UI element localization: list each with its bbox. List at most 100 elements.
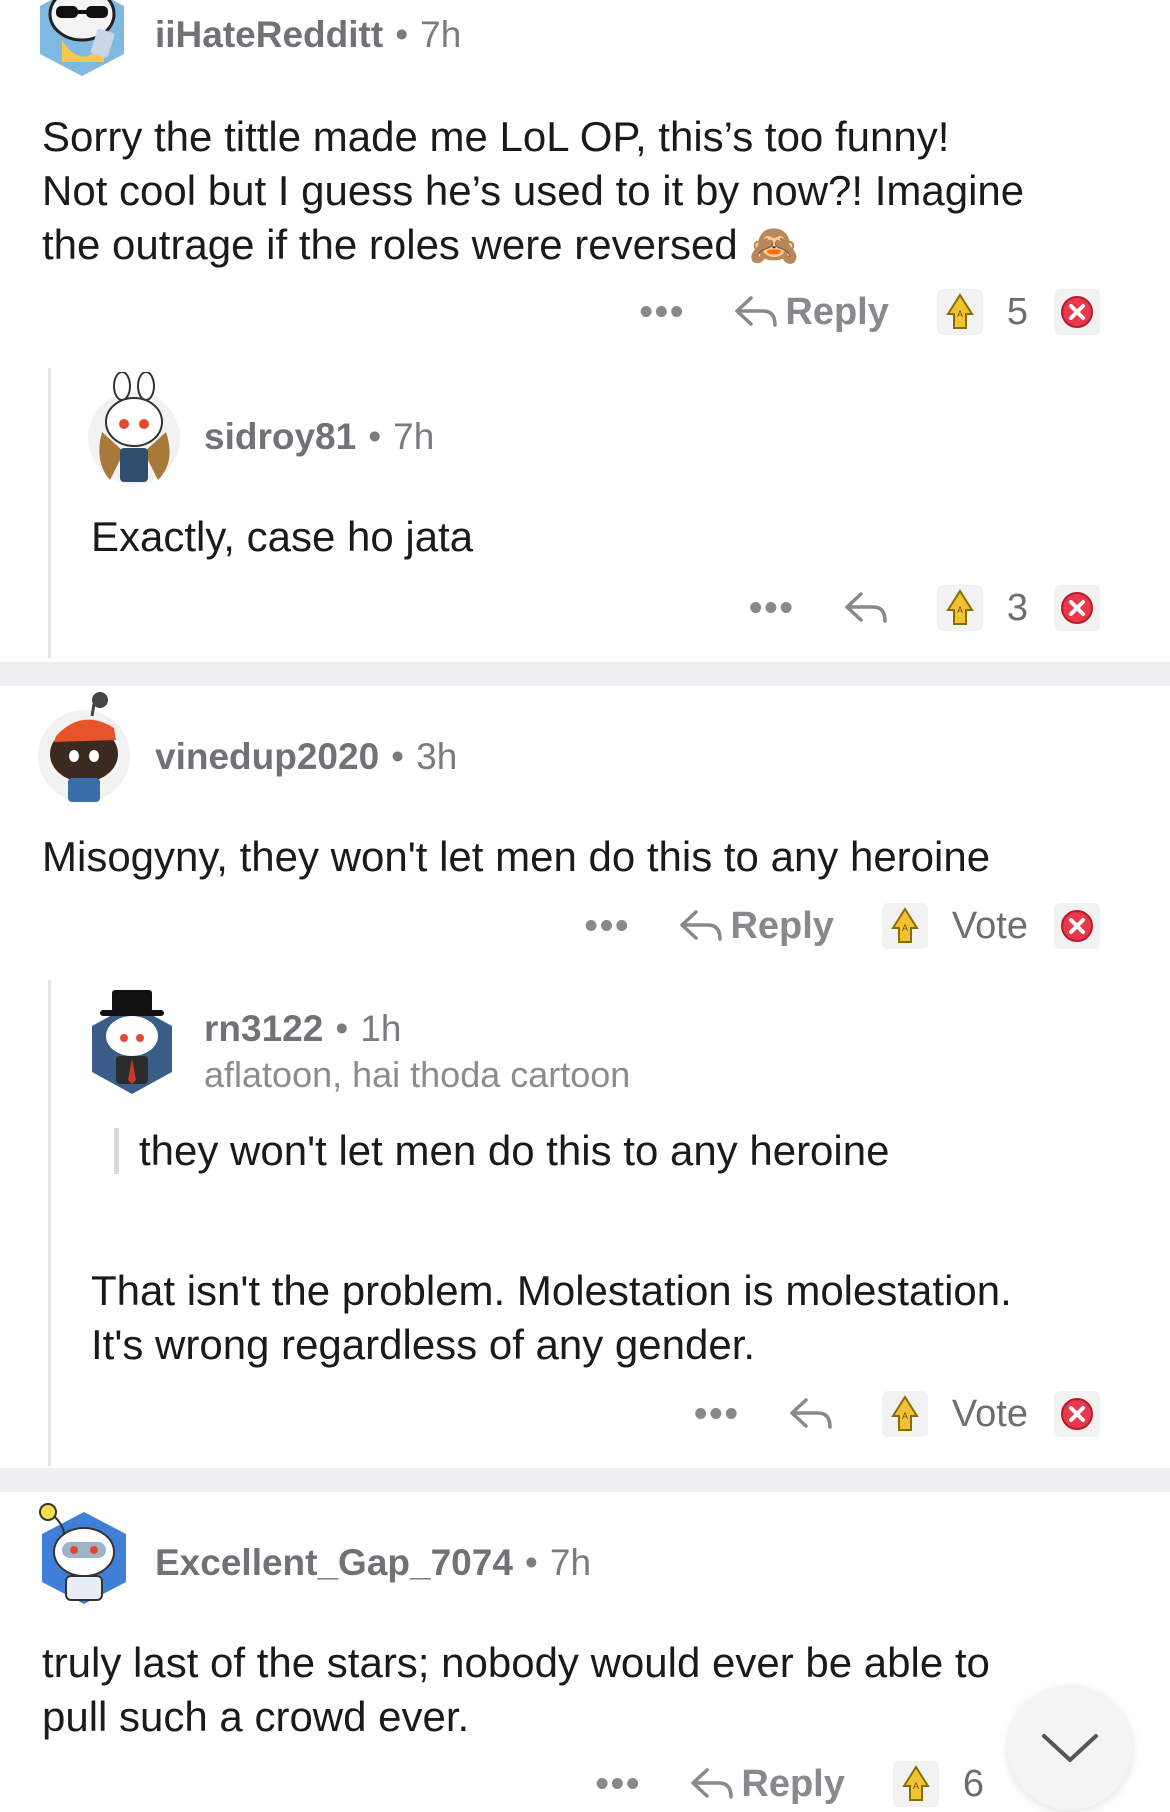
username[interactable]: vinedup2020 — [155, 736, 379, 777]
timestamp: 7h — [420, 14, 462, 55]
comment-meta: vinedup2020 • 3h — [155, 736, 457, 778]
avatar[interactable] — [32, 0, 132, 80]
downvote-icon — [1061, 1398, 1093, 1430]
comment-line: Exactly, case ho jata — [91, 513, 474, 560]
comment-meta: rn3122 • 1h — [204, 1008, 401, 1050]
comment-actions: ••• Reply A 6 — [595, 1756, 1010, 1812]
reply-button[interactable] — [843, 588, 937, 628]
upvote-button[interactable]: A — [936, 289, 983, 335]
comment-line: pull such a crowd ever. — [42, 1693, 470, 1740]
meta-separator: • — [395, 14, 409, 55]
comment-line: Misogyny, they won't let men do this to … — [42, 833, 991, 880]
award-upvote-icon: A — [891, 1395, 919, 1431]
reply-button[interactable]: Reply — [733, 291, 936, 334]
reply-button[interactable] — [788, 1394, 882, 1434]
vote-count: Vote — [951, 904, 1028, 947]
svg-text:A: A — [902, 923, 908, 933]
award-upvote-icon: A — [891, 907, 919, 943]
vote-count: 3 — [1006, 586, 1028, 629]
svg-text:A: A — [902, 1411, 908, 1421]
award-upvote-icon: A — [946, 293, 974, 329]
comment-line: Not cool but I guess he’s used to it by … — [42, 167, 1025, 214]
downvote-button[interactable] — [1054, 289, 1100, 335]
see-no-evil-monkey-emoji: 🙈 — [749, 224, 800, 268]
user-flair: aflatoon, hai thoda cartoon — [204, 1054, 631, 1095]
thread-line[interactable] — [48, 368, 51, 658]
comment-separator — [0, 1468, 1170, 1492]
avatar[interactable] — [86, 984, 178, 1100]
reply-label: Reply — [741, 1762, 845, 1805]
more-options-button[interactable]: ••• — [694, 1393, 740, 1436]
reply-arrow-icon — [735, 296, 778, 327]
comment-body: That isn't the problem. Molestation is m… — [91, 1264, 1012, 1372]
comment-meta: Excellent_Gap_7074 • 7h — [155, 1542, 591, 1584]
reply-arrow-icon — [691, 1768, 734, 1799]
more-options-button[interactable]: ••• — [585, 905, 631, 948]
comment-actions: ••• Reply A 5 — [639, 284, 1100, 340]
upvote-button[interactable]: A — [881, 1391, 928, 1437]
comment-meta: iiHateRedditt • 7h — [155, 14, 461, 56]
downvote-icon — [1061, 296, 1093, 328]
username[interactable]: sidroy81 — [204, 416, 356, 457]
comment-body: truly last of the stars; nobody would ev… — [42, 1636, 990, 1744]
upvote-button[interactable]: A — [936, 585, 983, 631]
timestamp: 1h — [360, 1008, 402, 1049]
avatar[interactable] — [34, 690, 134, 806]
reply-arrow-icon — [845, 592, 887, 623]
comment-line: It's wrong regardless of any gender. — [91, 1321, 756, 1368]
meta-separator: • — [524, 1542, 538, 1583]
downvote-button[interactable] — [1054, 585, 1100, 631]
vote-count: 5 — [1006, 290, 1028, 333]
comment-line: Sorry the tittle made me LoL OP, this’s … — [42, 113, 950, 160]
reply-button[interactable]: Reply — [689, 1763, 892, 1806]
upvote-button[interactable]: A — [881, 903, 928, 949]
quote-bar — [114, 1128, 119, 1174]
avatar[interactable] — [34, 1490, 134, 1612]
downvote-button[interactable] — [1054, 903, 1100, 949]
reply-button[interactable]: Reply — [678, 905, 881, 948]
award-upvote-icon: A — [902, 1765, 930, 1801]
chevron-down-icon — [1042, 1734, 1098, 1762]
avatar[interactable] — [84, 372, 184, 488]
comment-line: That isn't the problem. Molestation is m… — [91, 1267, 1012, 1314]
svg-text:A: A — [957, 605, 963, 615]
timestamp: 3h — [416, 736, 458, 777]
comment-actions: ••• Reply A Vote — [585, 898, 1100, 954]
comment-body: Misogyny, they won't let men do this to … — [42, 830, 990, 884]
quoted-text: they won't let men do this to any heroin… — [139, 1127, 890, 1174]
comment-line: the outrage if the roles were reversed 🙈 — [42, 221, 800, 268]
comment-body: Exactly, case ho jata — [91, 510, 473, 564]
vote-count: Vote — [951, 1392, 1028, 1435]
svg-text:A: A — [913, 1781, 919, 1791]
reply-arrow-icon — [790, 1398, 832, 1429]
more-options-button[interactable]: ••• — [749, 587, 795, 630]
downvote-button[interactable] — [1054, 1391, 1100, 1437]
timestamp: 7h — [393, 416, 435, 457]
reply-label: Reply — [730, 904, 834, 947]
comment-separator — [0, 662, 1170, 686]
username[interactable]: Excellent_Gap_7074 — [155, 1542, 513, 1583]
scroll-next-comment-button[interactable] — [1008, 1686, 1132, 1810]
svg-text:A: A — [957, 309, 963, 319]
comment-body: Sorry the tittle made me LoL OP, this’s … — [42, 110, 1024, 273]
comment-actions: ••• A 3 — [749, 580, 1100, 636]
thread-line[interactable] — [48, 980, 51, 1466]
downvote-icon — [1061, 910, 1093, 942]
username[interactable]: rn3122 — [204, 1008, 323, 1049]
upvote-button[interactable]: A — [892, 1761, 939, 1807]
meta-separator: • — [391, 736, 405, 777]
comment-actions: ••• A Vote — [694, 1386, 1100, 1442]
reply-arrow-icon — [680, 910, 723, 941]
downvote-icon — [1061, 592, 1093, 624]
more-options-button[interactable]: ••• — [639, 291, 685, 334]
more-options-button[interactable]: ••• — [595, 1763, 641, 1806]
meta-separator: • — [368, 416, 382, 457]
reply-label: Reply — [785, 290, 889, 333]
username[interactable]: iiHateRedditt — [155, 14, 383, 55]
vote-count: 6 — [962, 1762, 984, 1805]
comment-meta: sidroy81 • 7h — [204, 416, 434, 458]
meta-separator: • — [335, 1008, 349, 1049]
comment-line: truly last of the stars; nobody would ev… — [42, 1639, 990, 1686]
timestamp: 7h — [549, 1542, 592, 1583]
award-upvote-icon: A — [946, 589, 974, 625]
